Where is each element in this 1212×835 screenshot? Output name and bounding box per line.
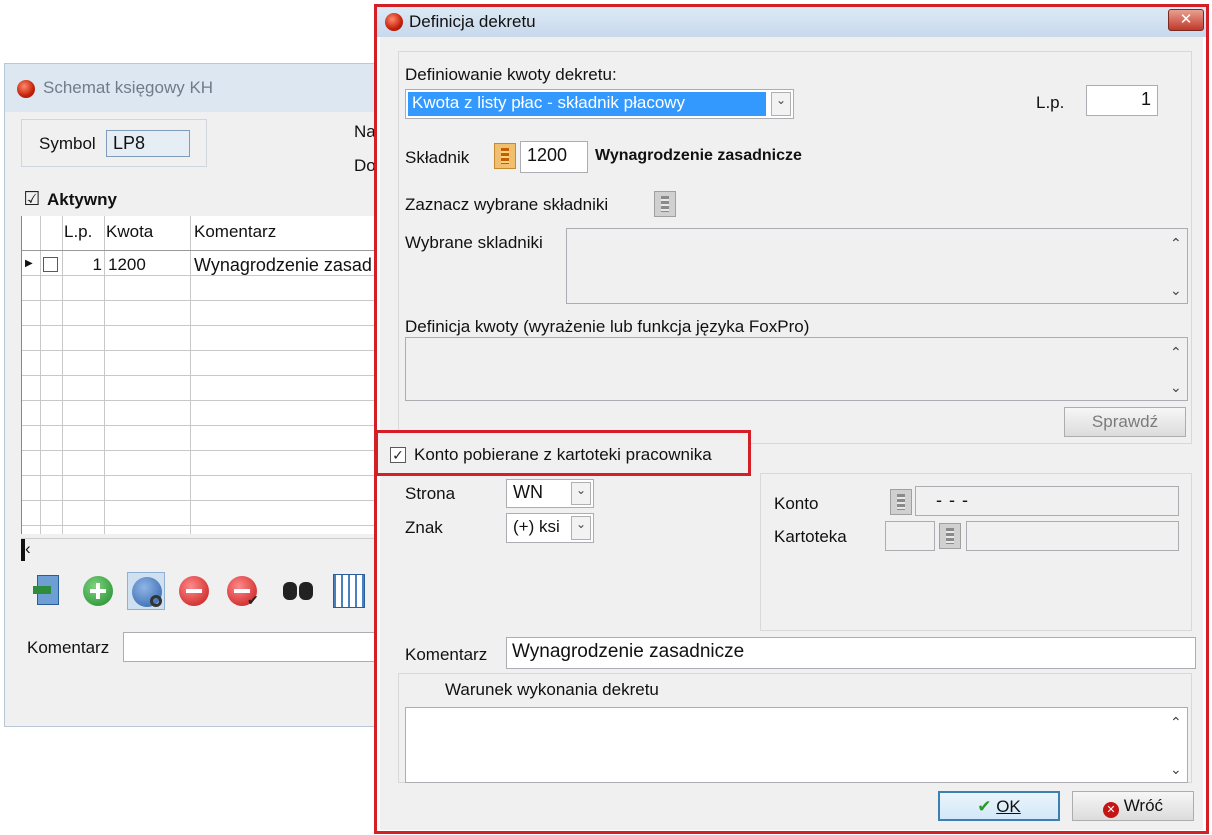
export-button[interactable] (31, 572, 69, 610)
dekrety-grid[interactable]: L.p. Kwota Komentarz ▶ 1 1200 Wynagrodze… (21, 216, 378, 534)
definicja-textarea[interactable]: ⌃ ⌄ (405, 337, 1188, 401)
kartoteka-code-field[interactable] (885, 521, 935, 551)
lp-field[interactable]: 1 (1086, 85, 1158, 116)
chevron-down-icon[interactable]: ⌄ (571, 482, 591, 505)
zaznacz-picker-button[interactable] (654, 191, 676, 217)
schemat-window: Schemat księgowy KH Symbol LP8 Na Do ☑ A… (4, 63, 378, 727)
skladnik-label: Składnik (405, 148, 470, 167)
wybrane-scrollbar[interactable]: ⌃ ⌄ (1165, 229, 1187, 303)
add-button[interactable] (79, 572, 117, 610)
search-button[interactable] (279, 572, 317, 610)
zaznacz-label: Zaznacz wybrane składniki (405, 195, 609, 214)
chevron-down-icon[interactable]: ⌄ (1170, 282, 1182, 299)
ok-button[interactable]: ✔ OK (938, 791, 1060, 821)
edit-button[interactable] (127, 572, 165, 610)
app-icon (17, 80, 35, 98)
definicja-dekretu-dialog: Definicja dekretu ✕ Definiowanie kwoty d… (374, 4, 1209, 834)
def-amount-select[interactable]: Kwota z listy płac - składnik płacowy ⌄ (405, 89, 794, 119)
plus-icon (83, 576, 113, 606)
wroc-button[interactable]: ✕ Wróć (1072, 791, 1194, 821)
close-button[interactable]: ✕ (1168, 9, 1204, 31)
chevron-up-icon[interactable]: ⌃ (1170, 235, 1182, 252)
dialog-titlebar[interactable]: Definicja dekretu ✕ (377, 7, 1206, 37)
schemat-title: Schemat księgowy KH (43, 78, 214, 97)
def-amount-value: Kwota z listy płac - składnik płacowy (408, 92, 766, 116)
konto-label: Konto (774, 494, 819, 513)
chevron-down-icon[interactable]: ⌄ (1170, 761, 1182, 778)
komentarz-field[interactable]: Wynagrodzenie zasadnicze (506, 637, 1196, 669)
strona-select[interactable]: WN ⌄ (506, 479, 594, 508)
chevron-down-icon[interactable]: ⌄ (571, 516, 591, 540)
row-lp: 1 (92, 255, 102, 274)
wybrane-label: Wybrane skladniki (405, 233, 543, 252)
definicja-scrollbar[interactable]: ⌃ ⌄ (1165, 338, 1187, 400)
wroc-label: Wróć (1123, 796, 1164, 815)
kartoteka-label: Kartoteka (774, 527, 847, 546)
chevron-up-icon[interactable]: ⌃ (1170, 344, 1182, 361)
skladnik-name: Wynagrodzenie zasadnicze (595, 147, 802, 164)
binoculars-icon (283, 582, 297, 600)
komentarz-label: Komentarz (405, 645, 488, 664)
skladnik-code-field[interactable]: 1200 (520, 141, 588, 173)
znak-label: Znak (405, 518, 443, 537)
grid-toolbar: ✔ (21, 564, 377, 620)
konto-checkbox-label[interactable]: Konto pobierane z kartoteki pracownika (414, 445, 712, 465)
do-label: Do (354, 156, 376, 175)
row-kwota: 1200 (108, 255, 146, 274)
skladnik-picker-button[interactable] (494, 143, 516, 169)
konto-field[interactable]: - - - (915, 486, 1179, 516)
aktywny-label: Aktywny (47, 190, 117, 209)
strona-label: Strona (405, 484, 456, 503)
grid-horizontal-scrollbar[interactable]: ‹ (21, 538, 377, 561)
row-komentarz: Wynagrodzenie zasad (194, 255, 372, 275)
konto-checkbox[interactable]: ✓ (390, 447, 406, 463)
warunek-textarea[interactable]: ⌃ ⌄ (405, 707, 1188, 783)
filter-button[interactable] (329, 572, 367, 610)
cancel-icon: ✕ (1102, 802, 1119, 818)
kartoteka-picker-button[interactable] (939, 523, 961, 549)
konto-picker-button[interactable] (890, 489, 912, 515)
col-header-lp[interactable]: L.p. (64, 222, 92, 242)
znak-select[interactable]: (+) ksi ⌄ (506, 513, 594, 543)
nazwa-label: Na (354, 122, 376, 141)
strona-value: WN (513, 482, 543, 502)
col-header-kwota[interactable]: Kwota (106, 222, 153, 242)
ok-label: OK (996, 797, 1021, 816)
komentarz-input[interactable] (123, 632, 377, 662)
symbol-label: Symbol (39, 134, 96, 153)
def-amount-label: Definiowanie kwoty dekretu: (405, 65, 617, 84)
chevron-down-icon[interactable]: ⌄ (1170, 379, 1182, 396)
app-icon (385, 13, 403, 31)
table-row[interactable]: ▶ 1 1200 Wynagrodzenie zasad (22, 253, 378, 275)
calendar-binoculars-icon (333, 574, 365, 608)
delete-confirm-button[interactable]: ✔ (223, 572, 261, 610)
delete-button[interactable] (175, 572, 213, 610)
komentarz-label: Komentarz (27, 638, 110, 657)
definicja-label: Definicja kwoty (wyrażenie lub funkcja j… (405, 317, 810, 336)
lp-label: L.p. (1036, 93, 1065, 112)
symbol-field[interactable]: LP8 (106, 130, 190, 157)
minus-icon (179, 576, 209, 606)
aktywny-checkbox[interactable]: ☑ (23, 190, 41, 209)
scroll-left-icon[interactable]: ‹ (25, 539, 31, 559)
warunek-scrollbar[interactable]: ⌃ ⌄ (1165, 708, 1187, 782)
chevron-up-icon[interactable]: ⌃ (1170, 714, 1182, 731)
warunek-label: Warunek wykonania dekretu (445, 680, 659, 699)
chevron-down-icon[interactable]: ⌄ (771, 92, 791, 116)
row-pointer-icon: ▶ (25, 258, 33, 269)
kartoteka-name-field[interactable] (966, 521, 1179, 551)
col-header-komentarz[interactable]: Komentarz (194, 222, 276, 242)
znak-value: (+) ksi (513, 517, 560, 536)
row-checkbox[interactable] (43, 257, 58, 272)
dialog-title: Definicja dekretu (409, 12, 536, 31)
schemat-titlebar[interactable]: Schemat księgowy KH (5, 64, 377, 112)
checkmark-icon: ✔ (977, 797, 992, 816)
wybrane-textarea[interactable]: ⌃ ⌄ (566, 228, 1188, 304)
sprawdz-button[interactable]: Sprawdź (1064, 407, 1186, 437)
